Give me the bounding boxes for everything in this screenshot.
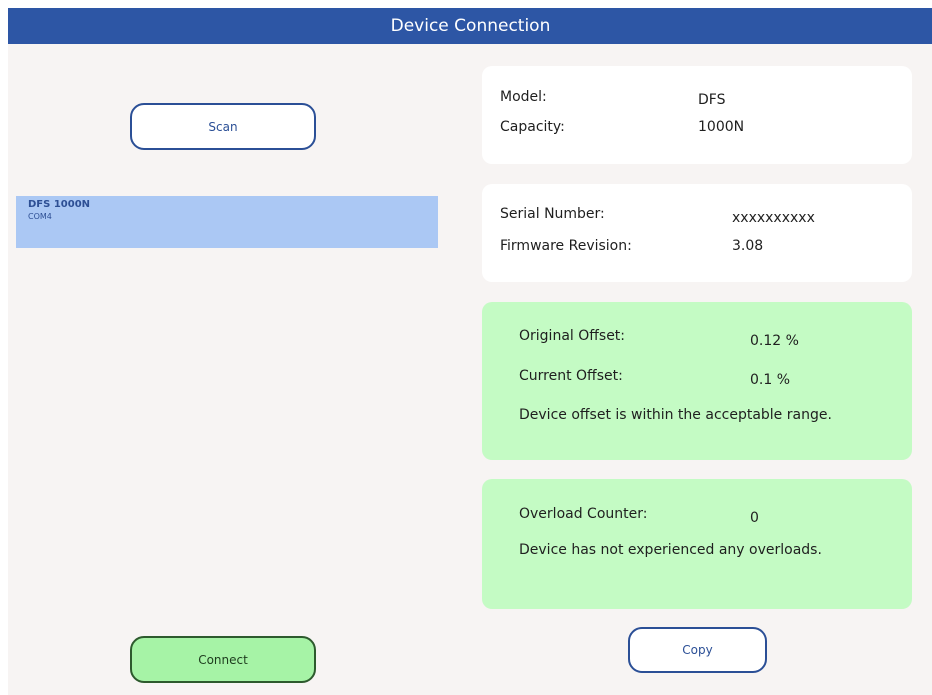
overload-counter-value: 0 bbox=[750, 510, 759, 526]
original-offset-label: Original Offset: bbox=[519, 328, 626, 344]
serial-info-card: Serial Number: xxxxxxxxxx Firmware Revis… bbox=[482, 184, 912, 282]
scan-button[interactable]: Scan bbox=[130, 103, 316, 150]
device-connection-window: Device Connection Scan DFS 1000N COM4 Co… bbox=[8, 8, 932, 695]
model-info-card: Model: DFS Capacity: 1000N bbox=[482, 66, 912, 164]
overload-status-message: Device has not experienced any overloads… bbox=[519, 542, 822, 558]
model-value: DFS bbox=[698, 92, 726, 108]
window-title: Device Connection bbox=[390, 16, 551, 36]
capacity-value: 1000N bbox=[698, 119, 745, 135]
firmware-revision-value: 3.08 bbox=[732, 238, 764, 254]
device-list-item[interactable]: DFS 1000N COM4 bbox=[16, 196, 438, 248]
model-label: Model: bbox=[500, 89, 547, 105]
overload-status-card: Overload Counter: 0 Device has not exper… bbox=[482, 479, 912, 609]
serial-number-value: xxxxxxxxxx bbox=[732, 210, 815, 226]
overload-counter-label: Overload Counter: bbox=[519, 506, 648, 522]
title-bar: Device Connection bbox=[8, 8, 932, 44]
device-port: COM4 bbox=[28, 212, 52, 221]
copy-button[interactable]: Copy bbox=[628, 627, 767, 673]
current-offset-value: 0.1 % bbox=[750, 372, 791, 388]
connect-button[interactable]: Connect bbox=[130, 636, 316, 683]
offset-status-card: Original Offset: 0.12 % Current Offset: … bbox=[482, 302, 912, 460]
original-offset-value: 0.12 % bbox=[750, 333, 799, 349]
serial-number-label: Serial Number: bbox=[500, 206, 605, 222]
offset-status-message: Device offset is within the acceptable r… bbox=[519, 407, 832, 423]
capacity-label: Capacity: bbox=[500, 119, 565, 135]
device-name: DFS 1000N bbox=[28, 199, 91, 210]
current-offset-label: Current Offset: bbox=[519, 368, 623, 384]
firmware-revision-label: Firmware Revision: bbox=[500, 238, 632, 254]
